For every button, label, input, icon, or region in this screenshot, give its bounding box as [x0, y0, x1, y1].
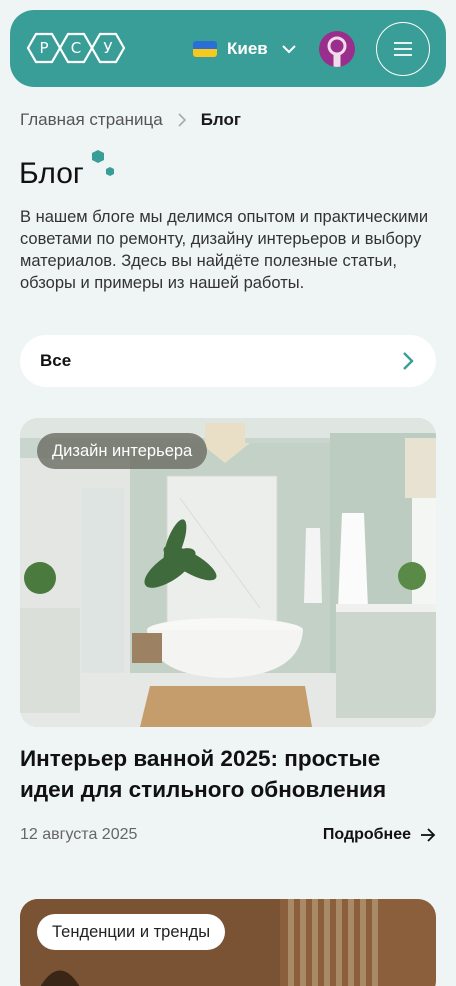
read-more-label: Подробнее [322, 826, 411, 843]
filter-label: Все [40, 351, 72, 370]
post-title[interactable]: Интерьер ванной 2025: простые идеи для с… [20, 743, 430, 805]
post-image[interactable]: Дизайн интерьера [20, 418, 436, 727]
read-more-link[interactable]: Подробнее [323, 826, 436, 844]
breadcrumb-current: Блог [200, 110, 241, 129]
page-title: Блог [19, 157, 84, 190]
logo-letter: Р [39, 39, 48, 57]
post-category-tag[interactable]: Тенденции и тренды [37, 914, 226, 950]
chevron-right-icon [403, 352, 414, 370]
page-intro: В нашем блоге мы делимся опытом и практи… [20, 208, 429, 292]
city-name: Киев [227, 39, 268, 58]
arrow-right-icon [421, 828, 436, 842]
post-image[interactable]: Тенденции и тренды [20, 899, 436, 986]
user-icon [327, 36, 347, 67]
site-header: Р С У Киев [10, 10, 446, 87]
breadcrumb: Главная страница Блог [20, 109, 241, 131]
post-category-tag[interactable]: Дизайн интерьера [37, 433, 208, 469]
hexagon-decoration-icon [92, 150, 114, 176]
city-selector[interactable]: Киев [193, 37, 296, 61]
menu-button[interactable] [376, 22, 430, 76]
post-date: 12 августа 2025 [20, 826, 138, 843]
hamburger-icon [394, 42, 412, 56]
logo-letter: У [103, 39, 112, 57]
logo[interactable]: Р С У [26, 28, 126, 68]
logo-letter: С [71, 39, 81, 57]
chevron-right-icon [178, 113, 186, 127]
breadcrumb-home-link[interactable]: Главная страница [20, 110, 163, 130]
user-avatar[interactable] [319, 31, 355, 67]
category-filter[interactable]: Все [20, 335, 436, 387]
chevron-down-icon [282, 45, 296, 54]
ukraine-flag-icon [193, 41, 217, 57]
